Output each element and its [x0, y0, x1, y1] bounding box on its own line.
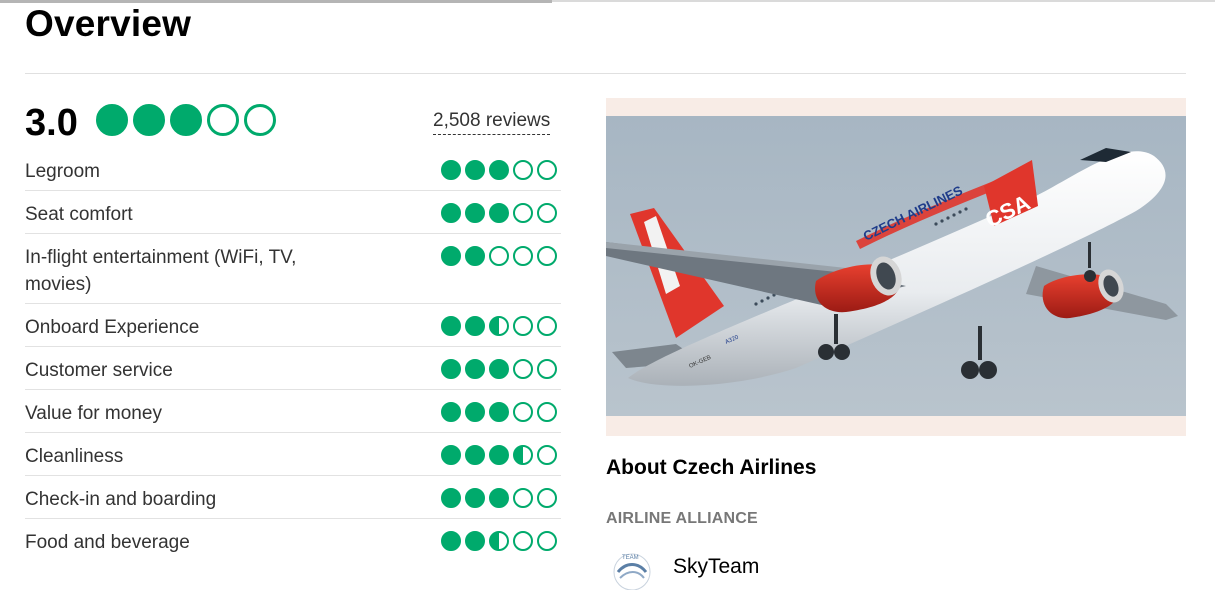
rating-bubble-full	[465, 316, 485, 336]
rating-bubble-empty	[537, 316, 557, 336]
category-bubble-rating	[441, 359, 561, 379]
rating-bubble-empty	[513, 160, 533, 180]
airline-photo[interactable]: CZECH AIRLINES CSA OK-GEB A320	[606, 116, 1186, 416]
rating-bubble-full	[489, 488, 509, 508]
category-rating-row: Onboard Experience	[25, 304, 561, 347]
rating-bubble-empty	[513, 531, 533, 551]
category-bubble-rating	[441, 316, 561, 336]
category-label: Cleanliness	[25, 446, 124, 467]
category-rating-row: Customer service	[25, 347, 561, 390]
rating-bubble-full	[465, 488, 485, 508]
rating-bubble-full	[441, 488, 461, 508]
rating-bubble-full	[489, 402, 509, 422]
category-ratings-list: Legroom Seat comfort In-flight entertainme…	[25, 148, 561, 562]
rating-bubble-empty	[244, 104, 276, 136]
rating-bubble-half	[489, 316, 509, 336]
title-divider	[25, 73, 1186, 74]
category-rating-row: Food and beverage	[25, 519, 561, 562]
category-rating-row: In-flight entertainment (WiFi, TV, movie…	[25, 234, 561, 304]
about-airline-heading: About Czech Airlines	[606, 456, 817, 479]
rating-bubble-full	[465, 246, 485, 266]
overall-score: 3.0	[25, 102, 78, 144]
airline-alliance-heading: AIRLINE ALLIANCE	[606, 510, 758, 527]
rating-bubble-full	[465, 203, 485, 223]
rating-bubble-empty	[537, 246, 557, 266]
category-label: Legroom	[25, 161, 100, 182]
rating-bubble-full	[441, 203, 461, 223]
rating-bubble-full	[441, 402, 461, 422]
rating-bubble-full	[489, 203, 509, 223]
rating-bubble-full	[96, 104, 128, 136]
rating-bubble-empty	[537, 402, 557, 422]
rating-bubble-empty	[513, 488, 533, 508]
rating-bubble-empty	[537, 160, 557, 180]
rating-bubble-empty	[513, 316, 533, 336]
rating-bubble-full	[441, 246, 461, 266]
category-label: Check-in and boarding	[25, 489, 217, 510]
rating-bubble-full	[465, 402, 485, 422]
rating-bubble-full	[441, 531, 461, 551]
category-bubble-rating	[441, 402, 561, 422]
skyteam-logo: TEAM	[608, 550, 656, 591]
skyteam-logo-text: TEAM	[622, 555, 639, 561]
category-label: In-flight entertainment (WiFi, TV, movie…	[25, 247, 297, 295]
category-bubble-rating	[441, 203, 561, 223]
page-title: Overview	[25, 3, 192, 44]
rating-bubble-full	[133, 104, 165, 136]
rating-bubble-full	[489, 445, 509, 465]
rating-bubble-full	[489, 359, 509, 379]
reviews-count-link[interactable]: 2,508 reviews	[433, 108, 551, 135]
category-rating-row: Legroom	[25, 148, 561, 191]
category-bubble-rating	[441, 488, 561, 508]
category-bubble-rating	[441, 445, 561, 465]
rating-bubble-full	[441, 445, 461, 465]
rating-bubble-empty	[537, 203, 557, 223]
rating-bubble-half	[489, 531, 509, 551]
category-bubble-rating	[441, 160, 561, 180]
airplane-image: CZECH AIRLINES CSA OK-GEB A320	[606, 116, 1186, 416]
rating-bubble-half	[513, 445, 533, 465]
rating-bubble-empty	[537, 488, 557, 508]
rating-bubble-full	[170, 104, 202, 136]
rating-bubble-full	[441, 316, 461, 336]
overall-bubble-rating	[96, 104, 281, 136]
rating-bubble-empty	[537, 359, 557, 379]
rating-bubble-empty	[537, 445, 557, 465]
rating-bubble-empty	[537, 531, 557, 551]
rating-bubble-full	[441, 359, 461, 379]
rating-bubble-empty	[513, 203, 533, 223]
category-label: Customer service	[25, 360, 173, 381]
category-bubble-rating	[441, 531, 561, 551]
category-bubble-rating	[441, 246, 561, 266]
rating-bubble-empty	[513, 402, 533, 422]
rating-bubble-empty	[513, 359, 533, 379]
rating-bubble-full	[489, 160, 509, 180]
category-rating-row: Check-in and boarding	[25, 476, 561, 519]
rating-bubble-empty	[207, 104, 239, 136]
category-label: Seat comfort	[25, 204, 133, 225]
category-label: Value for money	[25, 403, 162, 424]
category-label: Onboard Experience	[25, 317, 200, 338]
rating-bubble-full	[465, 160, 485, 180]
category-label: Food and beverage	[25, 532, 190, 553]
rating-bubble-full	[465, 445, 485, 465]
rating-bubble-full	[465, 359, 485, 379]
category-rating-row: Value for money	[25, 390, 561, 433]
category-rating-row: Seat comfort	[25, 191, 561, 234]
rating-bubble-full	[441, 160, 461, 180]
rating-bubble-full	[465, 531, 485, 551]
airline-photo-frame: CZECH AIRLINES CSA OK-GEB A320	[606, 98, 1186, 436]
rating-bubble-empty	[513, 246, 533, 266]
rating-bubble-empty	[489, 246, 509, 266]
alliance-name: SkyTeam	[673, 555, 760, 578]
category-rating-row: Cleanliness	[25, 433, 561, 476]
